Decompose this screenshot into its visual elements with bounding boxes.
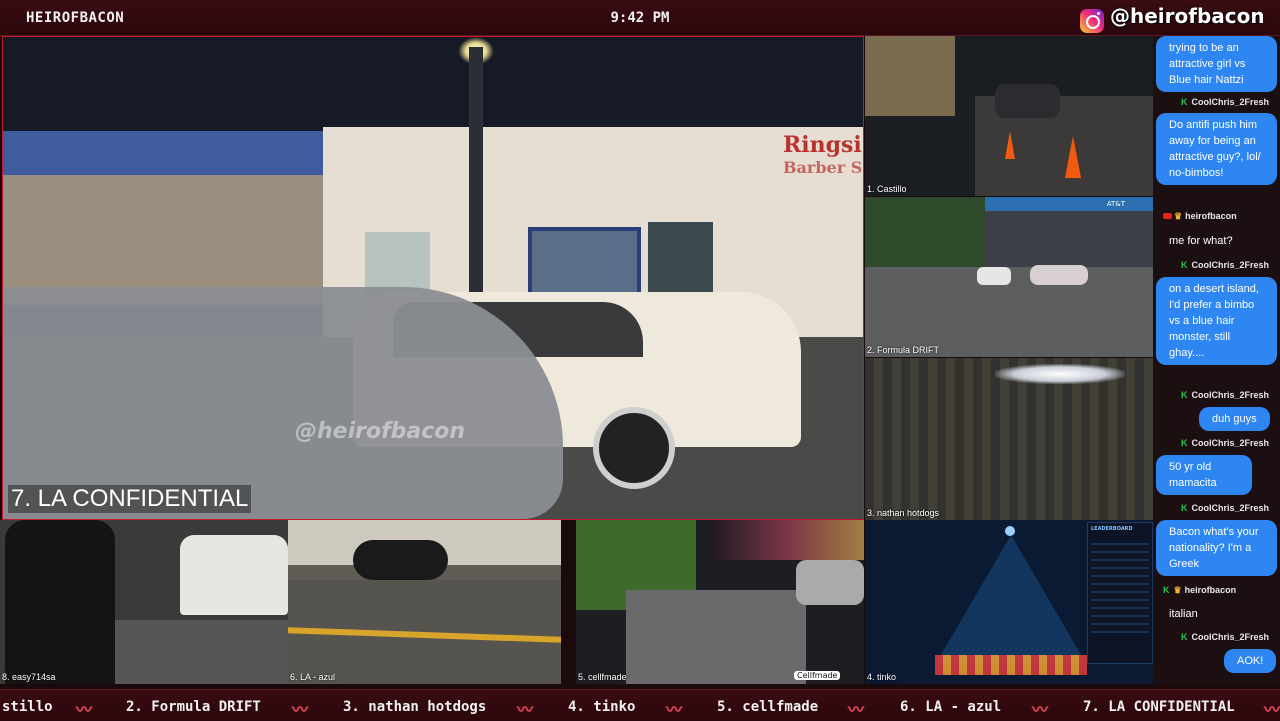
plinko-buckets xyxy=(935,655,1087,675)
chat-bubble: Bacon what's your nationality? I'm a Gre… xyxy=(1156,520,1277,576)
main-video-feed[interactable]: Ringsi Barber S @heirofbacon 7. LA CONFI… xyxy=(2,36,864,520)
chat-username: ♛ heirofbacon xyxy=(1163,211,1237,222)
chat-username: K CoolChris_2Fresh xyxy=(1181,632,1270,642)
clock: 9:42 PM xyxy=(610,10,670,26)
feed-label: 1. Castillo xyxy=(867,184,907,194)
chat-username: K CoolChris_2Fresh xyxy=(1181,503,1270,513)
chat-username: K ♛ heirofbacon xyxy=(1163,585,1237,595)
bottom-ticker: stillo 〰 2. Formula DRIFT 〰 3. nathan ho… xyxy=(0,689,1280,721)
feed-tile-cellfmade[interactable]: Cellfmade 5. cellfmade xyxy=(576,520,864,684)
sidewalk xyxy=(626,590,806,684)
main-feed-caption: 7. LA CONFIDENTIAL xyxy=(8,485,252,513)
feed-label: 6. LA - azul xyxy=(290,672,336,682)
feed-label: 3. nathan hotdogs xyxy=(867,508,940,518)
chat-bubble: trying to be an attractive girl vs Blue … xyxy=(1156,36,1277,92)
car xyxy=(995,84,1060,118)
ticker-item: 4. tinko xyxy=(568,699,636,715)
watermark: @heirofbacon xyxy=(295,419,466,444)
blue-awning xyxy=(3,131,333,176)
ticker-item: 7. LA CONFIDENTIAL xyxy=(1083,699,1235,715)
leaderboard-panel: LEADERBOARD xyxy=(1087,522,1153,664)
feed-tile-formula-drift[interactable]: AT&T 2. Formula DRIFT xyxy=(865,197,1153,357)
feed-tile-easy714sa[interactable]: 8. easy714sa xyxy=(0,520,288,684)
drift-banner: AT&T xyxy=(985,197,1153,211)
bacon-icon: 〰 xyxy=(292,700,309,719)
feed-tile-tinko[interactable]: LEADERBOARD 4. tinko xyxy=(865,520,1153,684)
parked-car xyxy=(796,560,864,605)
crown-icon: ♛ xyxy=(1174,211,1183,221)
chat-username: K CoolChris_2Fresh xyxy=(1181,260,1270,270)
feed-label: 8. easy714sa xyxy=(2,672,56,682)
feed-tile-castillo[interactable]: 1. Castillo xyxy=(865,36,1153,196)
channel-brand: HEIROFBACON xyxy=(26,10,125,26)
leaderboard-title: LEADERBOARD xyxy=(1091,526,1133,532)
ticker-item: 2. Formula DRIFT xyxy=(126,699,261,715)
barber-sign: Ringsi Barber S xyxy=(783,132,862,177)
cellfmade-tag: Cellfmade xyxy=(794,671,841,680)
motorcycle xyxy=(353,540,448,580)
chat-username: K CoolChris_2Fresh xyxy=(1181,97,1270,107)
feed-tile-nathan-hotdogs[interactable]: 3. nathan hotdogs xyxy=(865,358,1153,520)
bacon-icon: 〰 xyxy=(76,700,93,719)
bacon-icon: 〰 xyxy=(1032,700,1049,719)
trees xyxy=(865,197,985,267)
drift-car xyxy=(977,267,1011,285)
chat-bubble: on a desert island, I'd prefer a bimbo v… xyxy=(1156,277,1277,365)
chat-message: italian xyxy=(1169,608,1198,620)
chat-panel[interactable]: trying to be an attractive girl vs Blue … xyxy=(1153,36,1280,684)
ticker-item: stillo xyxy=(2,699,53,715)
top-bar: HEIROFBACON 9:42 PM @heirofbacon xyxy=(0,0,1280,36)
crown-icon: ♛ xyxy=(1173,585,1182,595)
chat-bubble: Do antifi push him away for being an att… xyxy=(1156,113,1277,185)
plinko-ball-icon xyxy=(1005,526,1015,536)
chat-bubble: 50 yr old mamacita xyxy=(1156,455,1252,495)
person-black-shirt xyxy=(5,520,115,684)
street-lamp-pole xyxy=(469,47,483,327)
street-ground xyxy=(115,620,288,684)
feed-tile-la-azul[interactable]: 6. LA - azul xyxy=(288,520,561,684)
leaderboard-rows xyxy=(1091,537,1149,637)
barber-sign-line1: Ringsi xyxy=(783,132,862,158)
instagram-handle: @heirofbacon xyxy=(1110,4,1265,28)
left-building xyxy=(3,175,333,305)
hillside xyxy=(865,36,955,116)
instagram-icon xyxy=(1080,9,1104,33)
car-wheel xyxy=(593,407,675,489)
chat-bubble: duh guys xyxy=(1199,407,1270,431)
chat-bubble: AOK! xyxy=(1224,649,1277,673)
white-sedan xyxy=(180,535,288,615)
drift-car xyxy=(1030,265,1088,285)
bacon-icon: 〰 xyxy=(848,700,865,719)
traffic-cone-icon xyxy=(1005,131,1015,159)
bright-lights xyxy=(995,364,1125,384)
chat-username: K CoolChris_2Fresh xyxy=(1181,438,1270,448)
bacon-icon: 〰 xyxy=(517,700,534,719)
feed-label: 2. Formula DRIFT xyxy=(867,345,940,355)
ticker-item: 5. cellfmade xyxy=(717,699,819,715)
traffic-cone-icon xyxy=(1065,136,1081,178)
youtube-icon xyxy=(1163,213,1172,219)
chat-message: me for what? xyxy=(1169,235,1233,247)
plinko-board xyxy=(935,535,1087,665)
chat-username: K CoolChris_2Fresh xyxy=(1181,390,1270,400)
barber-sign-line2: Barber S xyxy=(783,158,863,177)
ticker-item: 3. nathan hotdogs xyxy=(343,699,487,715)
city-lights xyxy=(716,520,864,560)
bacon-icon: 〰 xyxy=(1264,700,1280,719)
feed-label: 4. tinko xyxy=(867,672,897,682)
feed-label: 5. cellfmade xyxy=(578,672,627,682)
bacon-icon: 〰 xyxy=(666,700,683,719)
ticker-item: 6. LA - azul xyxy=(900,699,1002,715)
